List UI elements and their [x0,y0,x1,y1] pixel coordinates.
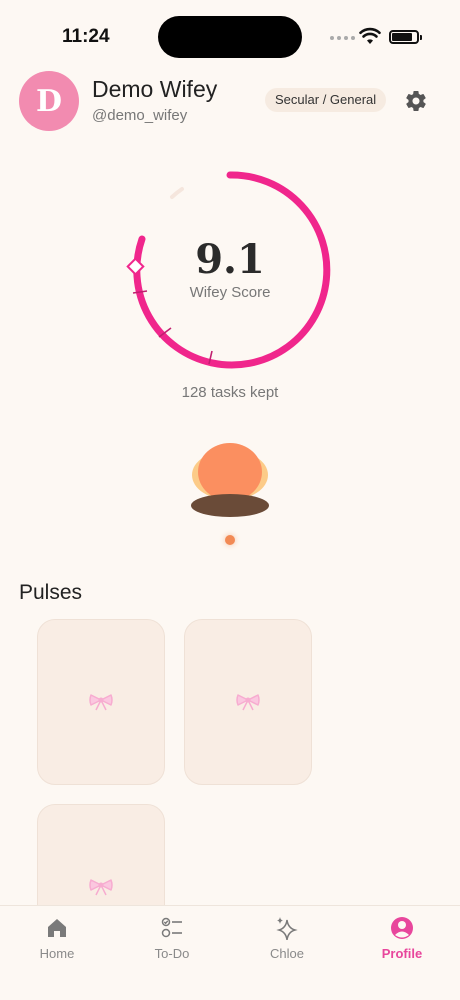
mascot-blob[interactable] [198,443,262,501]
pulses-heading: Pulses [19,581,83,604]
wifey-score-value: 9.1 [195,236,265,283]
score-ring-track [170,187,184,199]
tab-label: Profile [381,946,423,961]
pulse-card[interactable] [184,619,312,785]
status-bar: 11:24 [0,0,460,70]
home-icon [48,919,66,937]
faith-mode-badge[interactable]: Secular / General [265,88,387,112]
profile-icon [391,917,413,939]
tab-bar: Home To-Do Chloe Profile [0,905,460,1000]
score-ring-tick [132,290,148,294]
bow-icon [236,694,260,711]
bow-icon [89,694,113,711]
mascot-shadow [191,494,269,517]
username-handle: @demo_wifey [92,107,188,124]
tasks-kept-count: 128 tasks kept [181,384,279,401]
tab-chloe[interactable]: Chloe [247,916,327,961]
wifi-icon [359,27,381,44]
cellular-signal-icon [330,36,355,40]
score-ring-marker [126,257,145,276]
wifey-score-label: Wifey Score [189,284,271,301]
bow-icon [89,879,113,896]
tab-label: Home [39,946,75,961]
display-name: Demo Wifey [92,76,218,102]
avatar[interactable]: D [19,71,79,131]
pulse-card[interactable] [37,619,165,785]
mascot-indicator-dot [225,535,235,545]
tab-todo[interactable]: To-Do [132,916,212,961]
dynamic-island [158,16,302,58]
status-time: 11:24 [62,26,110,47]
checklist-icon [161,917,182,938]
tab-home[interactable]: Home [17,916,97,961]
tab-profile[interactable]: Profile [362,916,442,961]
battery-icon [389,30,422,44]
tab-label: Chloe [270,946,304,961]
sparkle-icon [276,917,298,940]
gear-icon[interactable] [404,89,428,113]
tab-label: To-Do [154,946,190,961]
